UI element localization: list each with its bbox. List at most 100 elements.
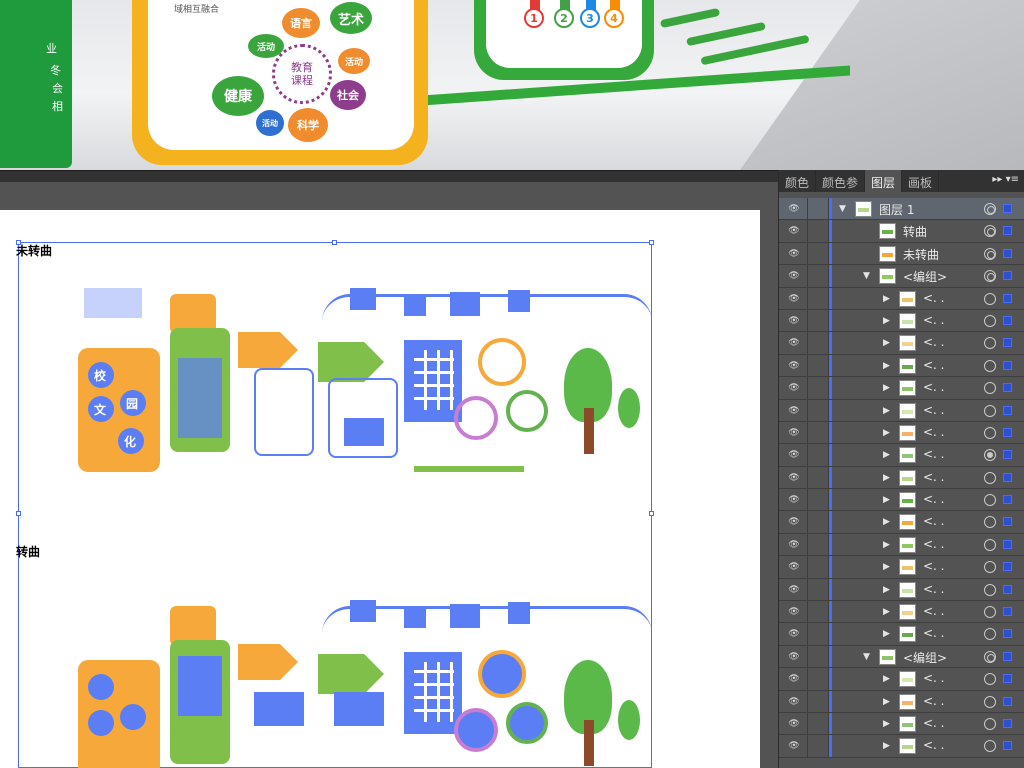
visibility-eye-icon[interactable]: 👁 [785,740,803,752]
artwork-unconverted[interactable]: 校 园 文 化 [78,288,658,478]
target-circle-icon[interactable] [984,538,996,551]
visibility-eye-icon[interactable]: 👁 [785,673,803,685]
visibility-eye-icon[interactable]: 👁 [785,696,803,708]
tab-artboards[interactable]: 画板 [902,170,940,192]
visibility-eye-icon[interactable]: 👁 [785,337,803,349]
selection-square-icon[interactable] [1003,696,1012,706]
tab-color-guide[interactable]: 颜色参 [816,170,866,192]
layer-row[interactable]: 👁 未转曲 [779,242,1024,266]
visibility-eye-icon[interactable]: 👁 [785,315,803,327]
target-circle-icon[interactable] [984,225,996,238]
expand-arrow-icon[interactable]: ▶ [883,562,890,572]
selection-square-icon[interactable] [1003,315,1012,325]
selection-square-icon[interactable] [1003,248,1012,258]
expand-arrow-icon[interactable]: ▶ [883,719,890,729]
target-circle-icon[interactable] [984,292,996,305]
layer-row[interactable]: 👁 ▶ <. . [779,690,1024,713]
layer-name[interactable]: <. . [923,335,945,349]
selection-square-icon[interactable] [1003,405,1012,415]
selection-square-icon[interactable] [1003,472,1012,482]
expand-arrow-icon[interactable]: ▶ [883,585,890,595]
expand-arrow-icon[interactable]: ▶ [883,517,890,527]
selection-square-icon[interactable] [1003,450,1012,460]
expand-arrow-icon[interactable]: ▶ [883,629,890,639]
visibility-eye-icon[interactable]: 👁 [785,427,803,439]
tab-color[interactable]: 颜色 [779,170,817,192]
visibility-eye-icon[interactable]: 👁 [785,382,803,394]
selection-square-icon[interactable] [1003,271,1012,281]
expand-arrow-icon[interactable]: ▶ [883,361,890,371]
target-circle-icon[interactable] [984,382,996,395]
layer-name[interactable]: 图层 1 [879,201,914,218]
layer-name[interactable]: <. . [923,559,945,573]
layer-row[interactable]: 👁 ▶ <. . [779,287,1024,310]
resize-handle[interactable] [649,511,654,516]
panel-menu-icon[interactable]: ▸▸ ▾≡ [986,170,1024,192]
layer-row[interactable]: 👁 ▼ <编组> [779,265,1024,288]
collapse-arrow-icon[interactable]: ▼ [863,652,870,662]
layer-name[interactable]: <. . [923,626,945,640]
visibility-eye-icon[interactable]: 👁 [785,561,803,573]
layer-name[interactable]: <. . [923,582,945,596]
expand-arrow-icon[interactable]: ▶ [883,741,890,751]
selection-square-icon[interactable] [1003,293,1012,303]
visibility-eye-icon[interactable]: 👁 [785,472,803,484]
collapse-arrow-icon[interactable]: ▼ [863,271,870,281]
layer-name[interactable]: <. . [923,492,945,506]
layer-name[interactable]: <. . [923,403,945,417]
layer-name[interactable]: <. . [923,604,945,618]
layer-name[interactable]: <. . [923,313,945,327]
target-circle-icon[interactable] [984,695,996,708]
selection-square-icon[interactable] [1003,584,1012,594]
expand-arrow-icon[interactable]: ▶ [883,338,890,348]
layer-name[interactable]: <. . [923,738,945,752]
layer-row[interactable]: 👁 ▶ <. . [779,735,1024,758]
selection-square-icon[interactable] [1003,226,1012,236]
layer-row[interactable]: 👁 ▶ <. . [779,399,1024,422]
expand-arrow-icon[interactable]: ▶ [883,428,890,438]
target-circle-icon[interactable] [984,337,996,350]
selection-square-icon[interactable] [1003,204,1012,213]
selection-square-icon[interactable] [1003,607,1012,617]
expand-arrow-icon[interactable]: ▶ [883,450,890,460]
layer-row[interactable]: 👁 ▶ <. . [779,444,1024,467]
layer-name[interactable]: <. . [923,447,945,461]
selection-square-icon[interactable] [1003,360,1012,370]
selection-square-icon[interactable] [1003,674,1012,684]
target-circle-icon[interactable] [984,717,996,730]
layer-row[interactable]: 👁 ▼ 图层 1 [779,198,1024,221]
layer-row[interactable]: 👁 ▶ <. . [779,354,1024,378]
visibility-eye-icon[interactable]: 👁 [785,270,803,282]
resize-handle[interactable] [649,240,654,245]
target-circle-icon[interactable] [984,359,996,372]
selection-square-icon[interactable] [1003,495,1012,505]
collapse-arrow-icon[interactable]: ▼ [839,204,846,214]
visibility-eye-icon[interactable]: 👁 [785,628,803,640]
target-circle-icon[interactable] [984,740,996,753]
expand-arrow-icon[interactable]: ▶ [883,473,890,483]
artboard[interactable]: 未转曲 转曲 校 园 文 化 [0,210,760,768]
layer-row[interactable]: 👁 转曲 [779,220,1024,243]
layer-name[interactable]: <编组> [903,268,947,285]
visibility-eye-icon[interactable]: 👁 [785,248,803,260]
target-circle-icon[interactable] [984,494,996,507]
expand-arrow-icon[interactable]: ▶ [883,607,890,617]
selection-square-icon[interactable] [1003,651,1012,661]
canvas-workspace[interactable]: 未转曲 转曲 校 园 文 化 [0,170,778,768]
visibility-eye-icon[interactable]: 👁 [785,494,803,506]
visibility-eye-icon[interactable]: 👁 [785,651,803,663]
artwork-converted[interactable] [78,600,658,768]
visibility-eye-icon[interactable]: 👁 [785,203,803,215]
selection-square-icon[interactable] [1003,562,1012,572]
layer-name[interactable]: 未转曲 [903,246,939,263]
target-circle-icon[interactable] [984,270,996,283]
visibility-eye-icon[interactable]: 👁 [785,293,803,305]
layer-row[interactable]: 👁 ▶ <. . [779,466,1024,490]
expand-arrow-icon[interactable]: ▶ [883,383,890,393]
layer-name[interactable]: <. . [923,291,945,305]
selection-square-icon[interactable] [1003,338,1012,348]
target-circle-icon[interactable] [984,628,996,641]
expand-arrow-icon[interactable]: ▶ [883,697,890,707]
visibility-eye-icon[interactable]: 👁 [785,405,803,417]
resize-handle[interactable] [16,511,21,516]
